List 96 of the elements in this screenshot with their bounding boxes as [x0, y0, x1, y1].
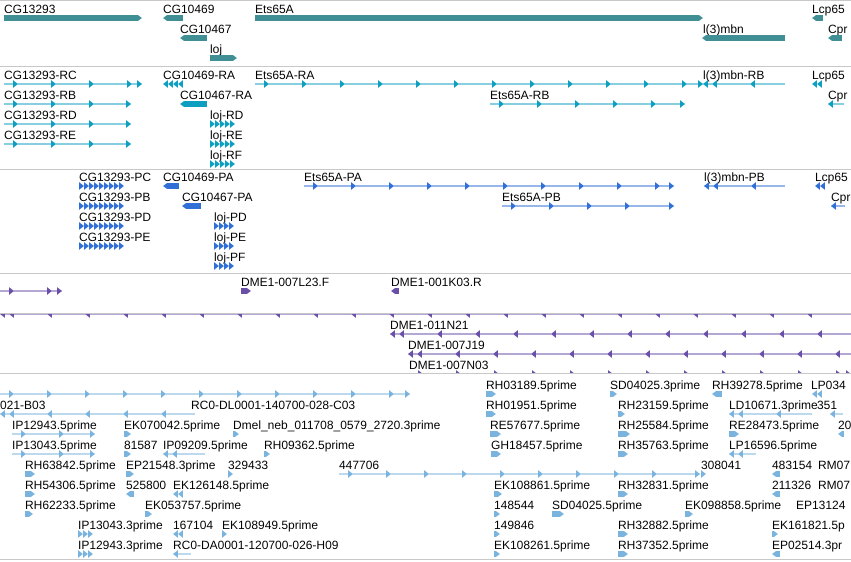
feature-label: CG13293: [4, 2, 56, 16]
feature-label: 167104: [173, 518, 214, 532]
feature-label: Ets65A-RA: [255, 68, 314, 82]
feature-label: Cpr: [831, 190, 850, 204]
feature-label: loj-RF: [210, 148, 242, 162]
feature-label: CG13293-RE: [4, 128, 76, 142]
feature-label: RH01951.5prime: [486, 398, 577, 412]
feature-label: IP13043.5prime: [12, 438, 97, 452]
feature-label: CG13293-PB: [79, 190, 150, 204]
feature-label: IP13043.3prime: [78, 518, 163, 532]
feature-label: RH37352.5prime: [618, 538, 709, 552]
feature-label: DME1-007L23.F: [241, 275, 330, 289]
feature-label: 211326: [772, 478, 812, 492]
feature-label: Dmel_neb_011708_0579_2720.3prime: [233, 418, 440, 432]
feature-label: EK070042.5prime: [124, 418, 220, 432]
feature-label: RE28473.5prime: [729, 418, 820, 432]
feature-label: RH23159.5prime: [618, 398, 709, 412]
feature-label: l(3)mbn: [703, 22, 744, 36]
feature-label: 81587: [124, 438, 158, 452]
feature-label: EK053757.5prime: [145, 498, 242, 512]
feature-label: CG13293-PC: [79, 170, 152, 184]
feature-label: CG10467-PA: [182, 190, 252, 204]
feature-label: EK098858.5prime: [685, 498, 782, 512]
feature-label: RH63842.5prime: [25, 458, 116, 472]
feature-label: Lcp65: [812, 68, 845, 82]
feature-label: 148544: [494, 498, 534, 512]
feature-label: SD04025.3prime: [610, 378, 700, 392]
feature-label: RH32882.5prime: [618, 518, 709, 532]
feature-label: Cpr: [828, 22, 848, 36]
feature-label: 483154: [772, 458, 812, 472]
feature-label: 308041: [701, 458, 742, 472]
feature-label: Ets65A-RB: [490, 88, 550, 102]
feature-label: CG10467: [180, 22, 232, 36]
feature-label: loj-PE: [214, 230, 246, 244]
feature-label: CG13293-PD: [79, 210, 152, 224]
feature-label: LP16596.5prime: [729, 438, 818, 452]
feature-label: CG13293-RD: [4, 108, 77, 122]
feature-label: IP09209.5prime: [163, 438, 248, 452]
feature-label: IP12943.3prime: [78, 538, 163, 552]
feature-label: IP12943.5prime: [12, 418, 97, 432]
feature-label: 525800: [126, 478, 166, 492]
feature-label: RM07: [818, 478, 850, 492]
feature-label: 149846: [494, 518, 534, 532]
feature-label: RH39278.5prime: [712, 378, 803, 392]
feature-label: Cpr: [828, 88, 848, 102]
feature-label: 351: [817, 398, 838, 412]
feature-label: LD10671.3prime: [729, 398, 818, 412]
feature-label: GH18457.5prime: [491, 438, 582, 452]
feature-label: RM07: [818, 458, 850, 472]
feature-label: l(3)mbn-RB: [703, 68, 764, 82]
feature-label: Ets65A-PB: [502, 190, 561, 204]
feature-label: SD04025.5prime: [552, 498, 642, 512]
feature-label: loj-PD: [214, 210, 247, 224]
feature-label: 447706: [339, 458, 380, 472]
feature-label: RH09362.5prime: [264, 438, 355, 452]
feature-label: Ets65A: [255, 2, 294, 16]
feature-label: EK108261.5prime: [494, 538, 590, 552]
feature-label: DME1-007J19: [408, 338, 485, 352]
feature-label: 329433: [228, 458, 268, 472]
feature-label: DME1-007N03: [409, 358, 488, 372]
feature-label: EP02514.3pr: [772, 538, 842, 552]
feature-label: CG13293-RB: [4, 88, 76, 102]
feature-label: EK161821.5p: [772, 518, 845, 532]
feature-label: loj: [210, 42, 222, 56]
feature-label: LP034: [811, 378, 846, 392]
feature-label: EP21548.3prime: [126, 458, 216, 472]
feature-label: EK108861.5prime: [494, 478, 590, 492]
feature-label: RH03189.5prime: [486, 378, 577, 392]
feature-label: Lcp65: [812, 2, 845, 16]
feature-label: RH62233.5prime: [25, 498, 116, 512]
feature-label: RH35763.5prime: [618, 438, 709, 452]
feature-label: EK108949.5prime: [222, 518, 318, 532]
feature-label: RH54306.5prime: [25, 478, 116, 492]
feature-label: loj-PF: [214, 250, 246, 264]
feature-label: CG10469-PA: [163, 170, 234, 184]
feature-label: loj-RE: [210, 128, 243, 142]
feature-label: RH32831.5prime: [618, 478, 709, 492]
feature-label: RC0-DL0001-140700-028-C03: [191, 398, 356, 412]
feature-label: DME1-001K03.R: [391, 275, 482, 289]
feature-label: CG13293-RC: [4, 68, 77, 82]
feature-label: RC0-DA0001-120700-026-H09: [173, 538, 338, 552]
feature-label: Lcp65: [815, 170, 848, 184]
feature-label: DME1-011N21: [390, 318, 468, 332]
feature-label: l(3)mbn-PB: [704, 170, 765, 184]
feature-label: CG13293-PE: [79, 230, 150, 244]
feature-label: RE57677.5prime: [490, 418, 580, 432]
feature-label: EP13124: [796, 498, 846, 512]
feature-label: EK126148.5prime: [173, 478, 270, 492]
feature-label: loj-RD: [210, 108, 244, 122]
feature-label: Ets65A-PA: [304, 170, 362, 184]
feature-label: CG10469-RA: [163, 68, 236, 82]
feature-label: CG10467-RA: [180, 88, 252, 102]
feature-label: 20: [838, 418, 851, 432]
feature-label: 021-B03: [0, 398, 46, 412]
feature-label: RH25584.5prime: [618, 418, 709, 432]
feature-label: CG10469: [163, 2, 214, 16]
